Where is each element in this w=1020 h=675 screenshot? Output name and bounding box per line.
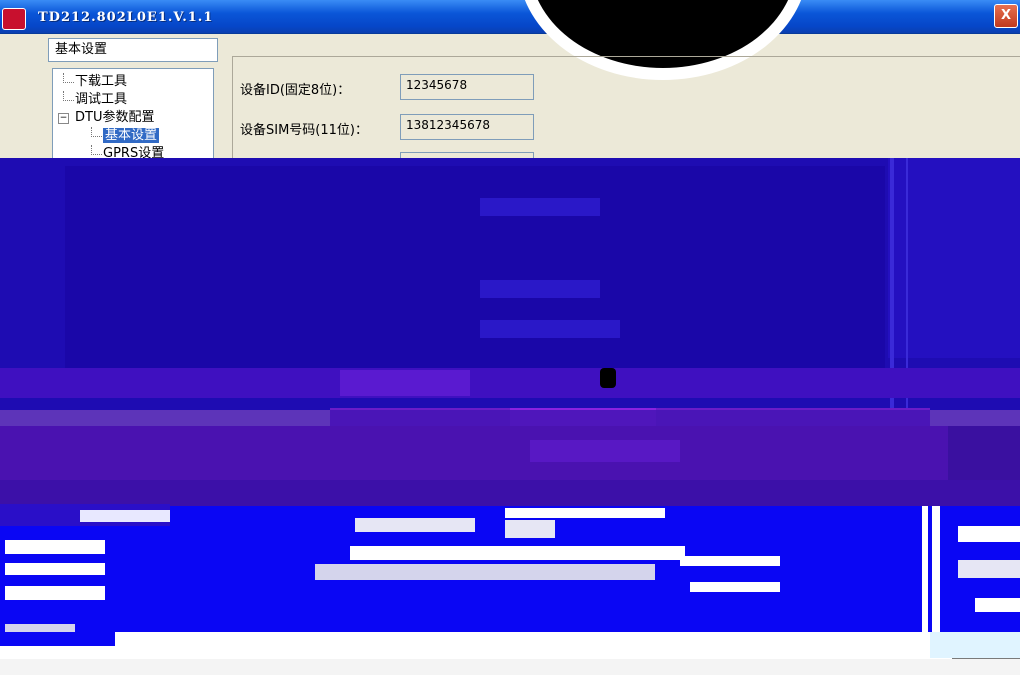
glitch-line [928,506,932,638]
glitch-block [65,166,885,394]
glitch-band [0,632,1020,662]
device-id-label: 设备ID(固定8位)： [240,83,351,98]
tree-item-download-tool[interactable]: 下载工具 [53,73,213,91]
glitch-block [5,563,105,575]
glitch-block [340,370,470,396]
sim-number-input[interactable]: 13812345678 [400,114,534,140]
tree-item-basic-settings[interactable]: 基本设置 [53,127,213,145]
device-id-input[interactable]: 12345678 [400,74,534,100]
glitch-block [480,198,600,216]
glitch-block [350,546,685,560]
glitch-block [505,508,665,518]
tree-item-label: 调试工具 [75,92,128,107]
glitch-block [355,518,475,532]
tree-item-label: 基本设置 [103,128,160,143]
glitch-block [530,440,680,462]
tree-item-debug-tool[interactable]: 调试工具 [53,91,213,109]
tree-branch-line [63,73,74,83]
sim-number-label: 设备SIM号码(11位)： [240,123,368,138]
glitch-block [680,556,780,566]
glitch-block [690,582,780,592]
glitch-band [0,368,1020,398]
nav-tree: 下载工具 调试工具 − DTU参数配置 基本设置 GPRS设置 [52,68,214,168]
collapse-icon[interactable]: − [58,113,69,124]
tree-item-dtu-config[interactable]: − DTU参数配置 [53,109,213,127]
app-icon [2,8,26,30]
panel-header: 基本设置 [48,38,218,62]
glitch-block [5,586,105,600]
tree-item-label: 下载工具 [75,74,128,89]
glitch-block [975,598,1020,612]
title-bar: TD212.802L0E1.V.1.1 X [0,0,1020,34]
glitch-block [958,560,1020,578]
tree-branch-line [63,91,74,101]
glitch-block [505,520,555,538]
bottom-strip [0,659,1020,675]
glitch-block [958,526,1020,542]
glitch-block [480,280,600,298]
glitch-band [0,480,1020,506]
glitch-block [480,320,620,338]
left-panel: 基本设置 下载工具 调试工具 − DTU参数配置 基本设置 GPRS设置 [48,38,218,168]
tree-branch-line [91,127,102,137]
window-title: TD212.802L0E1.V.1.1 [38,10,214,25]
glitch-block [5,540,105,554]
tree-branch-line [91,145,102,155]
corrupted-render-region [0,158,1020,675]
glitch-block [0,632,115,646]
close-button[interactable]: X [994,4,1018,28]
glitch-block [930,632,1020,658]
glitch-block [80,510,170,522]
glitch-block [315,564,655,580]
settings-form-frame [232,56,1020,162]
tree-item-label: DTU参数配置 [75,110,155,125]
glitch-glyph [600,368,616,388]
